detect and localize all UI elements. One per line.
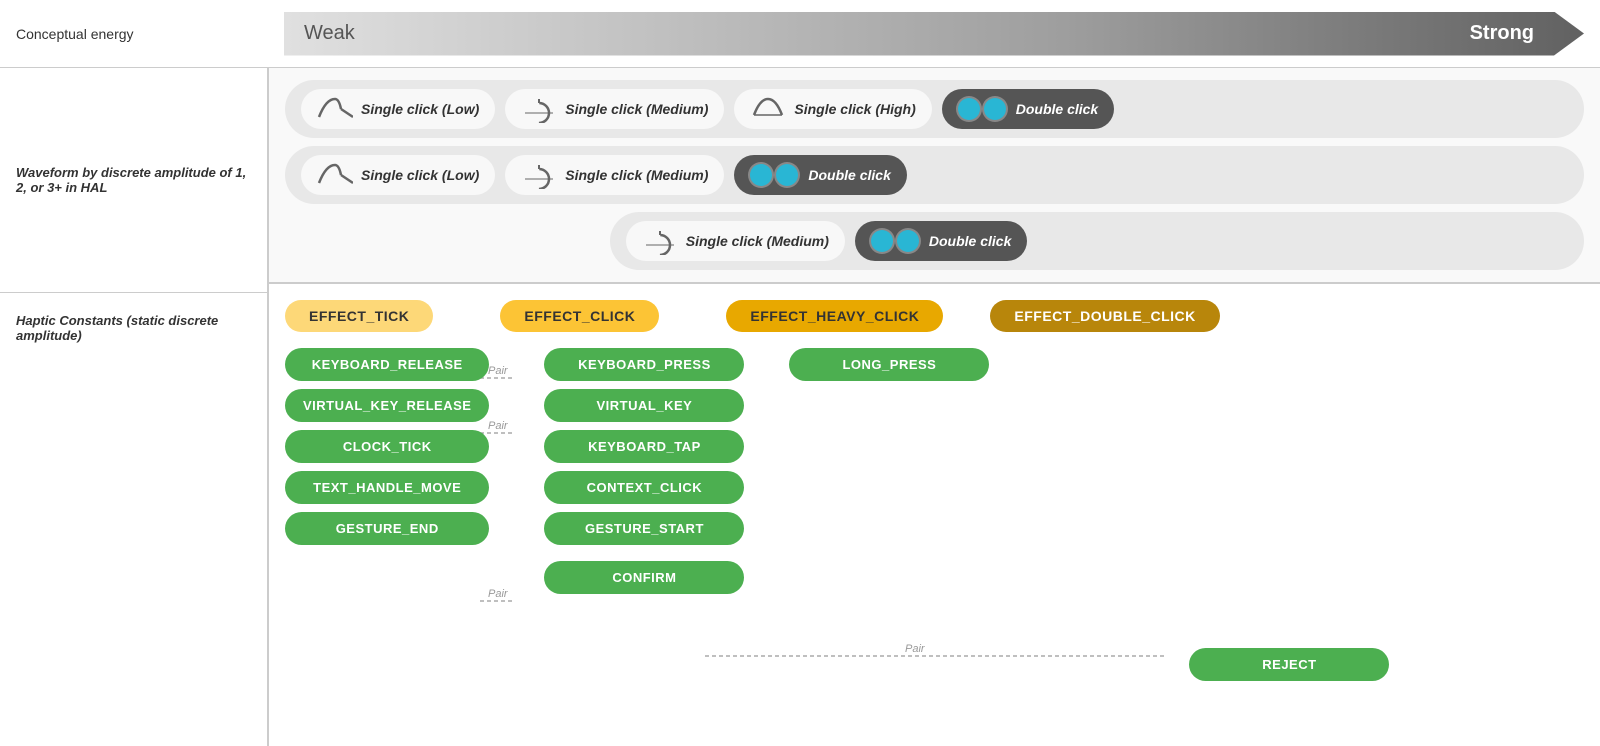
text-handle-move-btn[interactable]: TEXT_HANDLE_MOVE — [285, 471, 489, 504]
main-container: Conceptual energy Weak Strong Waveform b… — [0, 0, 1600, 746]
waveform-section-label: Waveform by discrete amplitude of 1, 2, … — [0, 68, 267, 293]
keyboard-tap-btn[interactable]: KEYBOARD_TAP — [544, 430, 744, 463]
double-icon-3 — [871, 227, 921, 255]
dot-1 — [958, 98, 980, 120]
keyboard-release-btn[interactable]: KEYBOARD_RELEASE — [285, 348, 489, 381]
energy-bar-container: Weak Strong — [268, 0, 1600, 67]
reject-btn[interactable]: REJECT — [1189, 648, 1389, 681]
col-tick: KEYBOARD_RELEASE VIRTUAL_KEY_RELEASE CLO… — [285, 348, 489, 681]
waveform-pill-double-3: Double click — [855, 221, 1027, 261]
dot-4 — [776, 164, 798, 186]
waveform-pill-med-1: Single click (Medium) — [505, 89, 724, 129]
waveform-pill-low-1: Single click (Low) — [301, 89, 495, 129]
waveform-pill-low-1-label: Single click (Low) — [361, 101, 479, 117]
waveform-pill-double-2-label: Double click — [808, 167, 890, 183]
double-icon-1 — [958, 95, 1008, 123]
effect-heavy-btn[interactable]: EFFECT_HEAVY_CLICK — [726, 300, 943, 332]
effect-double-btn[interactable]: EFFECT_DOUBLE_CLICK — [990, 300, 1219, 332]
dot-3 — [750, 164, 772, 186]
keyboard-press-btn[interactable]: KEYBOARD_PRESS — [544, 348, 744, 381]
waveform-pill-low-2-label: Single click (Low) — [361, 167, 479, 183]
waveform-pill-med-3: Single click (Medium) — [626, 221, 845, 261]
col-click: KEYBOARD_PRESS VIRTUAL_KEY KEYBOARD_TAP … — [544, 348, 744, 681]
double-icon-2 — [750, 161, 800, 189]
effects-row: EFFECT_TICK EFFECT_CLICK EFFECT_HEAVY_CL… — [285, 300, 1584, 332]
energy-weak-label: Weak — [304, 22, 355, 45]
waveform-row-3: Single click (Medium) Double click — [610, 212, 1584, 270]
top-row: Conceptual energy Weak Strong — [0, 0, 1600, 68]
waveform-pill-double-3-label: Double click — [929, 233, 1011, 249]
context-click-btn[interactable]: CONTEXT_CLICK — [544, 471, 744, 504]
waveform-pill-double-2: Double click — [734, 155, 906, 195]
confirm-btn[interactable]: CONFIRM — [544, 561, 744, 594]
long-press-btn[interactable]: LONG_PRESS — [789, 348, 989, 381]
col-double: REJECT — [1189, 648, 1389, 681]
waveform-pill-double-1-label: Double click — [1016, 101, 1098, 117]
waveform-pill-med-3-label: Single click (Medium) — [686, 233, 829, 249]
waveform-pill-double-1: Double click — [942, 89, 1114, 129]
pair-spacing-2 — [744, 348, 789, 681]
waveform-pill-high-1-label: Single click (High) — [794, 101, 915, 117]
energy-strong-label: Strong — [1470, 22, 1534, 45]
effect-tick-btn[interactable]: EFFECT_TICK — [285, 300, 433, 332]
waveform-pill-high-1: Single click (High) — [734, 89, 931, 129]
waveform-pill-med-2: Single click (Medium) — [505, 155, 724, 195]
constants-columns: KEYBOARD_RELEASE VIRTUAL_KEY_RELEASE CLO… — [285, 348, 1584, 681]
waveform-pill-med-1-label: Single click (Medium) — [565, 101, 708, 117]
waveform-row-2: Single click (Low) Single click (Medium) — [285, 146, 1584, 204]
waveform-pill-low-2: Single click (Low) — [301, 155, 495, 195]
effect-click-btn[interactable]: EFFECT_CLICK — [500, 300, 659, 332]
constants-area: Pair Pair Pair Pair — [285, 348, 1584, 730]
waveform-row-1: Single click (Low) Single click (Medium) — [285, 80, 1584, 138]
energy-arrow: Weak Strong — [284, 12, 1584, 56]
haptic-section-label: Haptic Constants (static discrete amplit… — [0, 293, 267, 363]
dot-5 — [871, 230, 893, 252]
virtual-key-release-btn[interactable]: VIRTUAL_KEY_RELEASE — [285, 389, 489, 422]
virtual-key-btn[interactable]: VIRTUAL_KEY — [544, 389, 744, 422]
content-right: Single click (Low) Single click (Medium) — [268, 68, 1600, 746]
energy-arrow-bg — [284, 12, 1584, 56]
waveform-section: Single click (Low) Single click (Medium) — [269, 68, 1600, 284]
waveform-pill-med-2-label: Single click (Medium) — [565, 167, 708, 183]
dot-2 — [984, 98, 1006, 120]
gesture-end-btn[interactable]: GESTURE_END — [285, 512, 489, 545]
clock-tick-btn[interactable]: CLOCK_TICK — [285, 430, 489, 463]
left-labels: Waveform by discrete amplitude of 1, 2, … — [0, 68, 268, 746]
haptic-section: EFFECT_TICK EFFECT_CLICK EFFECT_HEAVY_CL… — [269, 284, 1600, 746]
pair-spacing-1 — [489, 348, 544, 681]
conceptual-energy-label: Conceptual energy — [0, 16, 268, 52]
gesture-start-btn[interactable]: GESTURE_START — [544, 512, 744, 545]
col-heavy: LONG_PRESS — [789, 348, 989, 681]
content-area: Waveform by discrete amplitude of 1, 2, … — [0, 68, 1600, 746]
dot-6 — [897, 230, 919, 252]
pair-spacing-3 — [989, 348, 1189, 681]
